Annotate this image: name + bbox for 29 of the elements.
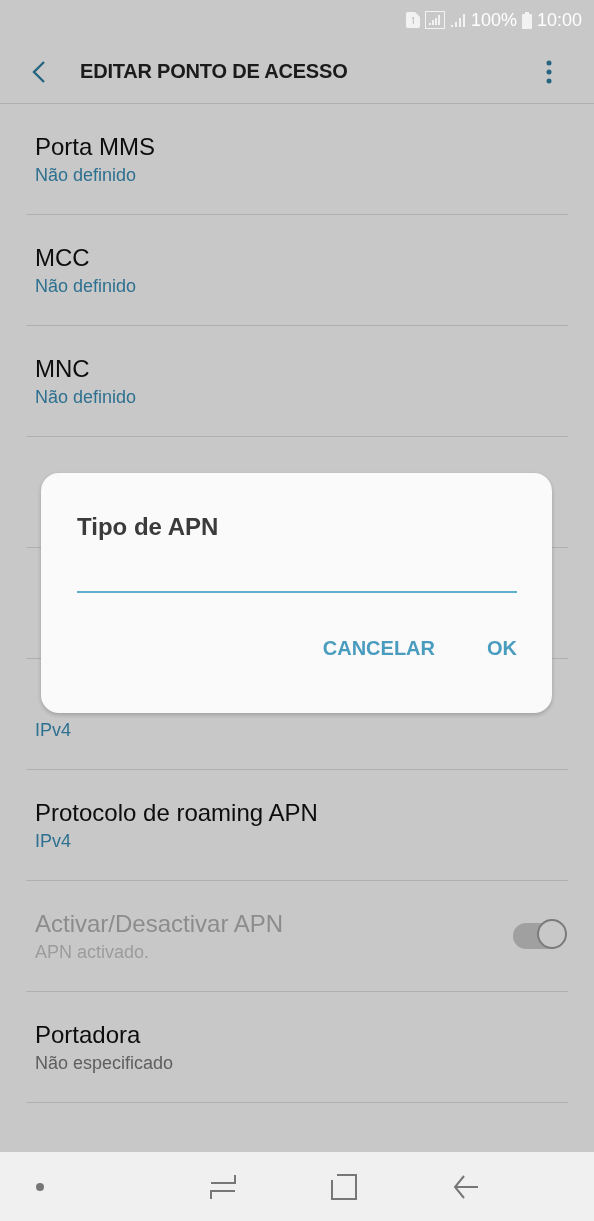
setting-title: Activar/Desactivar APN [35,909,284,938]
more-options-icon[interactable] [546,59,552,84]
signal-icon [449,13,466,27]
setting-value: Não especificado [35,1052,174,1074]
signal-icon [424,11,445,29]
settings-item[interactable]: Protocolo de roaming APN IPv4 [26,770,568,881]
battery-icon [521,11,532,29]
sim-card-icon [405,12,420,28]
back-icon[interactable] [32,59,46,84]
settings-item[interactable]: Portadora Não especificado [26,992,568,1103]
setting-title: Porta MMS [35,132,156,161]
setting-value: IPv4 [35,830,73,852]
home-icon[interactable] [331,1173,358,1200]
back-arrow-icon[interactable] [452,1173,479,1200]
setting-title: MNC [35,354,91,383]
setting-title: MCC [35,243,91,272]
settings-item[interactable]: Porta MMS Não definido [26,104,568,215]
setting-value: Não definido [35,386,137,408]
recent-apps-icon[interactable] [209,1173,236,1200]
setting-title: Protocolo de roaming APN [35,798,318,827]
dot-icon[interactable] [36,1182,44,1191]
settings-item[interactable]: MCC Não definido [26,215,568,326]
setting-value: IPv4 [35,719,72,741]
setting-value: Não definido [35,275,137,297]
settings-item[interactable]: MNC Não definido [26,326,568,437]
setting-value: Não definido [35,164,138,186]
setting-title: Portadora [35,1020,142,1049]
screen-title: EDITAR PONTO DE ACESSO [80,60,349,83]
dialog-title: Tipo de APN [77,513,220,541]
